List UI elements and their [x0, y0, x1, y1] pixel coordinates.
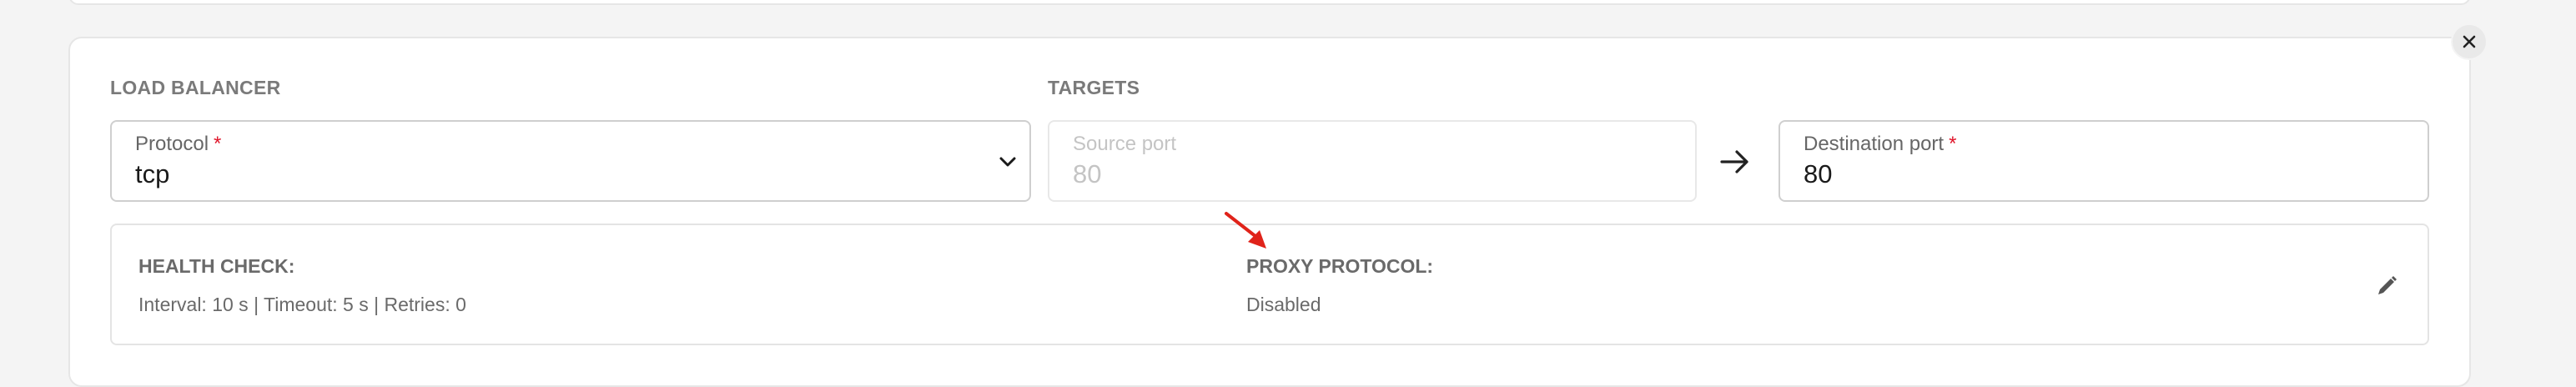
health-check-title: HEALTH CHECK:: [138, 255, 295, 277]
chevron-down-icon[interactable]: [996, 150, 1019, 173]
destination-port-input[interactable]: Destination port * 80: [1779, 120, 2429, 202]
required-marker: *: [1949, 133, 1957, 155]
close-icon: [2463, 35, 2476, 48]
source-port-value: 80: [1073, 159, 1102, 188]
source-port-input: Source port 80: [1048, 120, 1697, 202]
destination-port-label: Destination port: [1804, 133, 1945, 155]
protocol-select[interactable]: Protocol * tcp: [110, 120, 1031, 202]
previous-card: [68, 0, 2471, 5]
load-balancer-section-label: LOAD BALANCER: [110, 77, 281, 98]
targets-section-label: TARGETS: [1048, 77, 1140, 98]
pencil-icon[interactable]: [2374, 274, 2399, 299]
protocol-label: Protocol: [135, 133, 209, 155]
proxy-protocol-title: PROXY PROTOCOL:: [1246, 255, 1434, 277]
red-arrow-annotation: [1225, 212, 1266, 249]
health-check-summary: Interval: 10 s | Timeout: 5 s | Retries:…: [138, 294, 466, 315]
arrow-right-icon: [1720, 150, 1748, 173]
close-button[interactable]: [2451, 23, 2488, 60]
destination-port-value: 80: [1804, 159, 1833, 188]
proxy-protocol-status: Disabled: [1246, 294, 1321, 315]
source-port-label: Source port: [1073, 133, 1177, 155]
protocol-value: tcp: [135, 159, 170, 188]
required-marker: *: [214, 133, 222, 155]
